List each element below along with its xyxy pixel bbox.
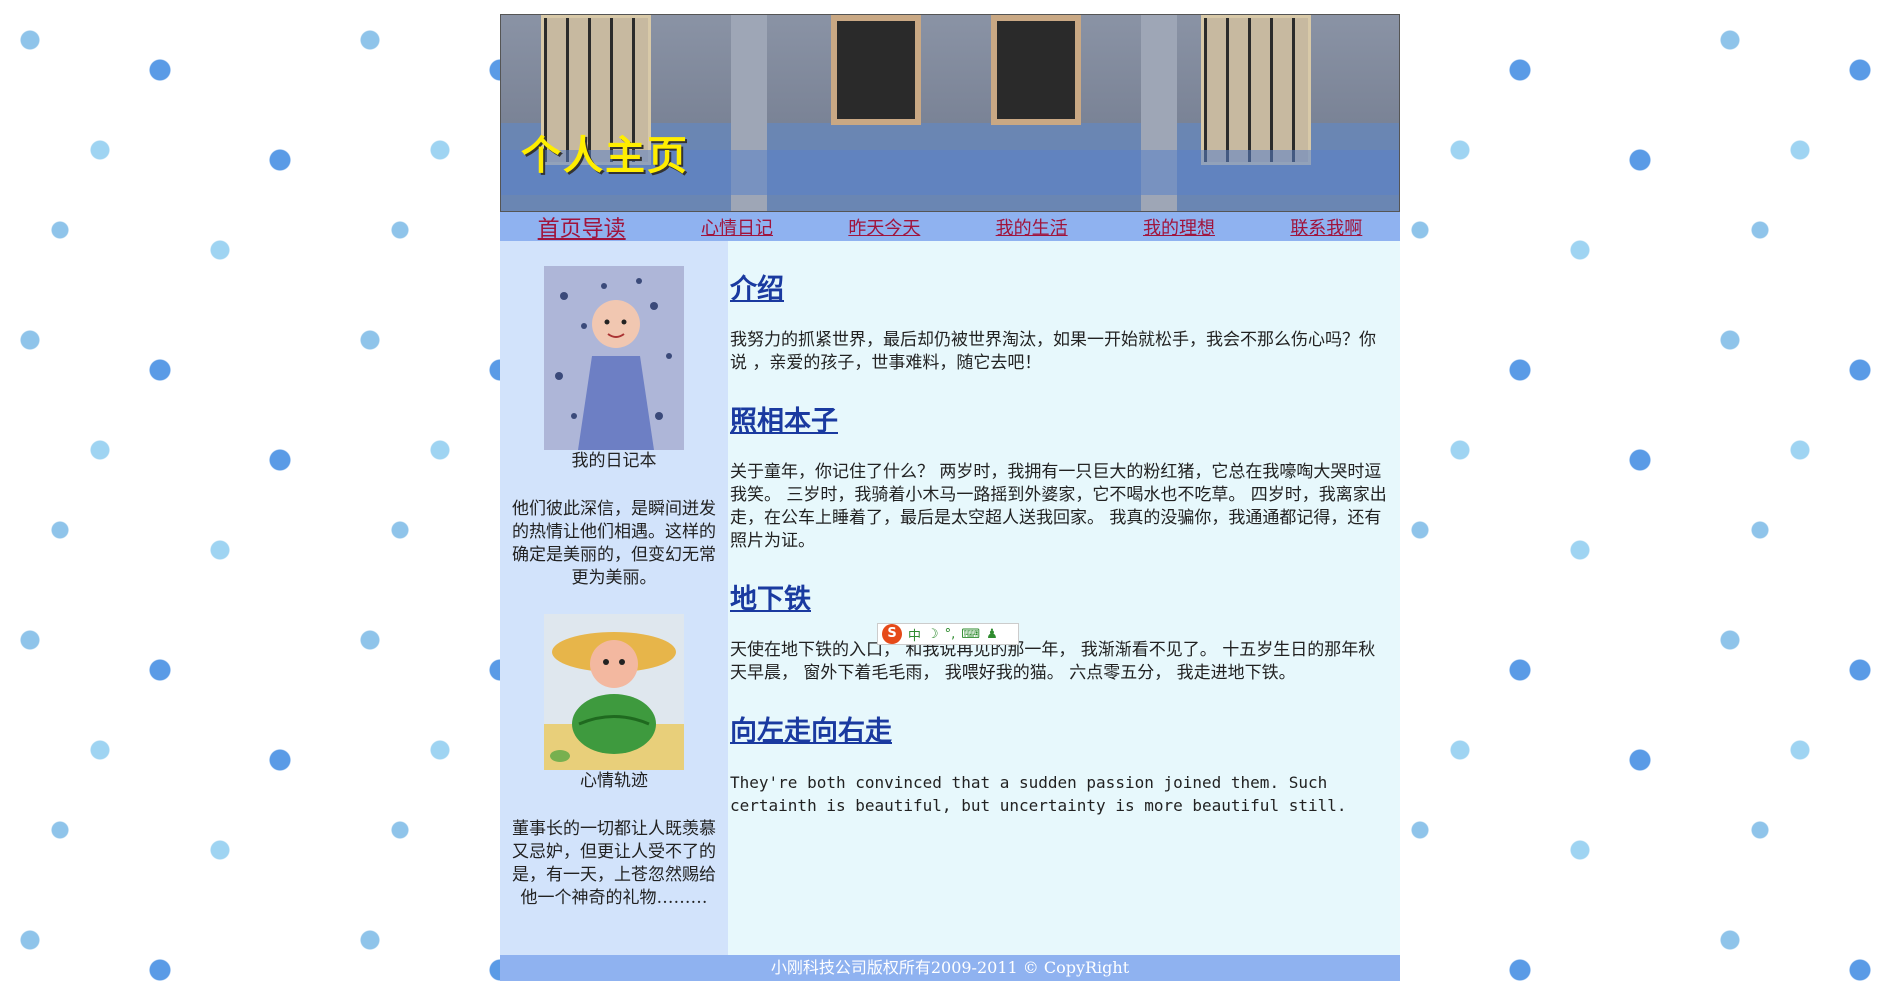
keyboard-icon[interactable]: ⌨ bbox=[961, 627, 980, 642]
page-container: 个人主页 首页导读 心情日记 昨天今天 我的生活 我的理想 联系我啊 我的日记本 bbox=[500, 14, 1400, 981]
section-heading: 照相本子 bbox=[730, 405, 1392, 439]
diary-girl-image bbox=[544, 266, 684, 450]
user-icon[interactable]: ♟ bbox=[986, 627, 998, 642]
diary-text: 他们彼此深信，是瞬间迸发的热情让他们相遇。这样的确定是美丽的，但变幻无常更为美丽… bbox=[512, 499, 716, 588]
ime-mode-label[interactable]: 中 bbox=[908, 625, 921, 644]
section-heading: 向左走向右走 bbox=[730, 715, 1392, 749]
banner-window bbox=[991, 15, 1081, 125]
section-link-photo-album[interactable]: 照相本子 bbox=[730, 406, 838, 437]
section-body: 天使在地下铁的入口， 和我说再见的那一年， 我渐渐看不见了。 十五岁生日的那年秋… bbox=[730, 640, 1376, 683]
section-link-intro[interactable]: 介绍 bbox=[730, 274, 784, 305]
diary-caption: 我的日记本 bbox=[571, 451, 657, 471]
section-heading: 地下铁 bbox=[730, 583, 1392, 617]
banner-window bbox=[831, 15, 921, 125]
banner-title: 个人主页 bbox=[521, 133, 689, 179]
ime-toolbar[interactable]: S 中 ☽ °, ⌨ ♟ bbox=[877, 623, 1019, 645]
section-body: 关于童年，你记住了什么？ 两岁时，我拥有一只巨大的粉红猪，它总在我嚎啕大哭时逗我… bbox=[730, 462, 1387, 551]
mood-girl-image bbox=[544, 614, 684, 770]
banner-door-right bbox=[1201, 15, 1311, 165]
nav-link-my-ideal[interactable]: 我的理想 bbox=[1143, 214, 1215, 240]
main-content: 介绍 我努力的抓紧世界，最后却仍被世界淘汰，如果一开始就松手，我会不那么伤心吗？… bbox=[728, 241, 1400, 955]
nav-link-diary[interactable]: 心情日记 bbox=[701, 214, 773, 240]
content-area: 我的日记本 他们彼此深信，是瞬间迸发的热情让他们相遇。这样的确定是美丽的，但变幻… bbox=[500, 241, 1400, 955]
nav-link-my-life[interactable]: 我的生活 bbox=[996, 214, 1068, 240]
header-banner: 个人主页 bbox=[500, 14, 1400, 212]
footer: 小刚科技公司版权所有2009-2011 © CopyRight bbox=[500, 955, 1400, 981]
section-body: They're both convinced that a sudden pas… bbox=[730, 773, 1347, 815]
moon-icon[interactable]: ☽ bbox=[927, 627, 939, 642]
section-link-turn-left-right[interactable]: 向左走向右走 bbox=[730, 716, 892, 747]
nav-bar: 首页导读 心情日记 昨天今天 我的生活 我的理想 联系我啊 bbox=[500, 211, 1400, 243]
section-body: 我努力的抓紧世界，最后却仍被世界淘汰，如果一开始就松手，我会不那么伤心吗？你说 … bbox=[730, 330, 1376, 373]
section-heading: 介绍 bbox=[730, 273, 1392, 307]
mood-text: 董事长的一切都让人既羡慕又忌妒，但更让人受不了的是，有一天，上苍忽然赐给他一个神… bbox=[512, 819, 716, 908]
punctuation-icon[interactable]: °, bbox=[945, 627, 956, 642]
sidebar: 我的日记本 他们彼此深信，是瞬间迸发的热情让他们相遇。这样的确定是美丽的，但变幻… bbox=[500, 241, 728, 955]
nav-link-yesterday-today[interactable]: 昨天今天 bbox=[848, 214, 920, 240]
sogou-logo-icon[interactable]: S bbox=[882, 624, 902, 644]
nav-link-home[interactable]: 首页导读 bbox=[538, 211, 626, 243]
nav-link-contact[interactable]: 联系我啊 bbox=[1290, 214, 1362, 240]
section-link-subway[interactable]: 地下铁 bbox=[730, 584, 811, 615]
mood-caption: 心情轨迹 bbox=[580, 771, 648, 791]
